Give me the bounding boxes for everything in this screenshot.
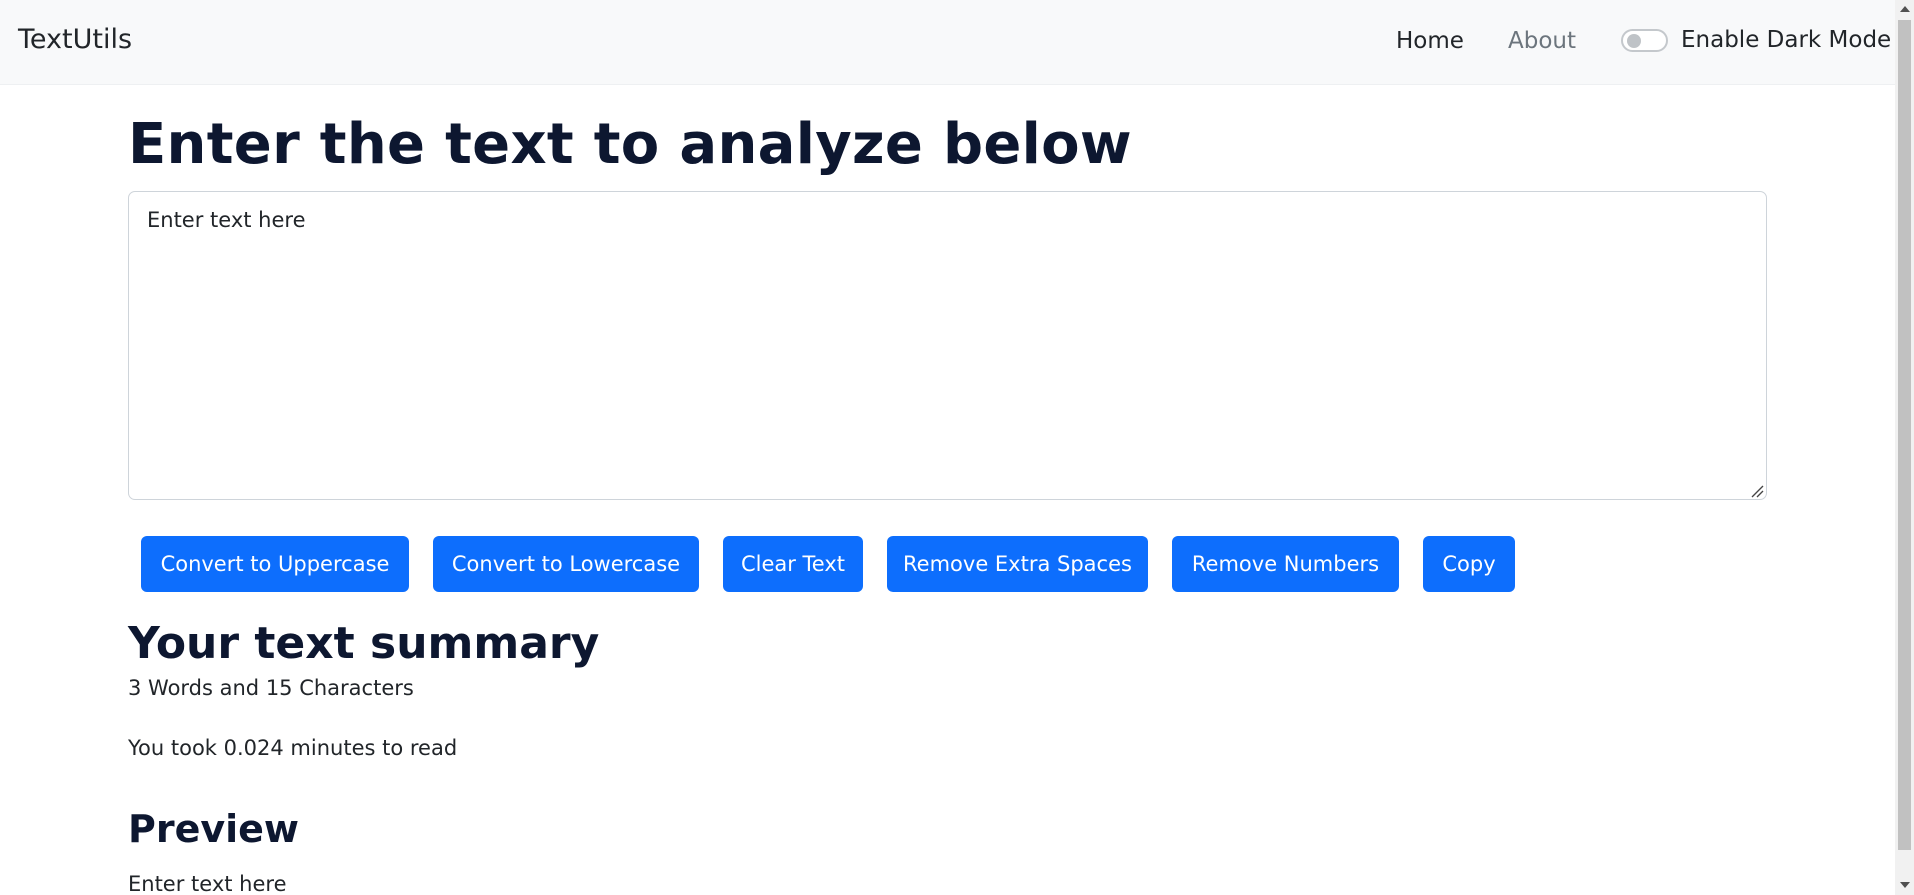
convert-uppercase-button[interactable]: Convert to Uppercase <box>141 536 409 592</box>
dark-mode-label[interactable]: Enable Dark Mode <box>1681 27 1891 53</box>
nav-link-home[interactable]: Home <box>1396 28 1464 54</box>
navbar: TextUtils Home About Enable Dark Mode <box>0 0 1895 85</box>
remove-numbers-button[interactable]: Remove Numbers <box>1172 536 1399 592</box>
summary-heading: Your text summary <box>128 618 600 669</box>
convert-lowercase-button[interactable]: Convert to Lowercase <box>433 536 699 592</box>
navbar-brand[interactable]: TextUtils <box>18 24 132 55</box>
dark-mode-toggle[interactable] <box>1621 29 1668 52</box>
toggle-knob <box>1627 34 1641 48</box>
read-time: You took 0.024 minutes to read <box>128 736 458 760</box>
nav-link-about[interactable]: About <box>1508 28 1576 54</box>
clear-text-button[interactable]: Clear Text <box>723 536 863 592</box>
preview-text: Enter text here <box>128 872 287 895</box>
scrollbar-thumb[interactable] <box>1898 20 1911 850</box>
scroll-up-icon[interactable] <box>1900 6 1910 12</box>
copy-button[interactable]: Copy <box>1423 536 1515 592</box>
preview-heading: Preview <box>128 807 300 851</box>
page: TextUtils Home About Enable Dark Mode En… <box>0 0 1914 895</box>
text-input[interactable] <box>128 191 1767 500</box>
remove-extra-spaces-button[interactable]: Remove Extra Spaces <box>887 536 1148 592</box>
scroll-down-icon[interactable] <box>1900 882 1910 888</box>
page-title: Enter the text to analyze below <box>128 112 1132 177</box>
word-character-count: 3 Words and 15 Characters <box>128 676 414 700</box>
resize-handle-icon[interactable] <box>1750 484 1764 498</box>
vertical-scrollbar[interactable] <box>1895 0 1914 895</box>
